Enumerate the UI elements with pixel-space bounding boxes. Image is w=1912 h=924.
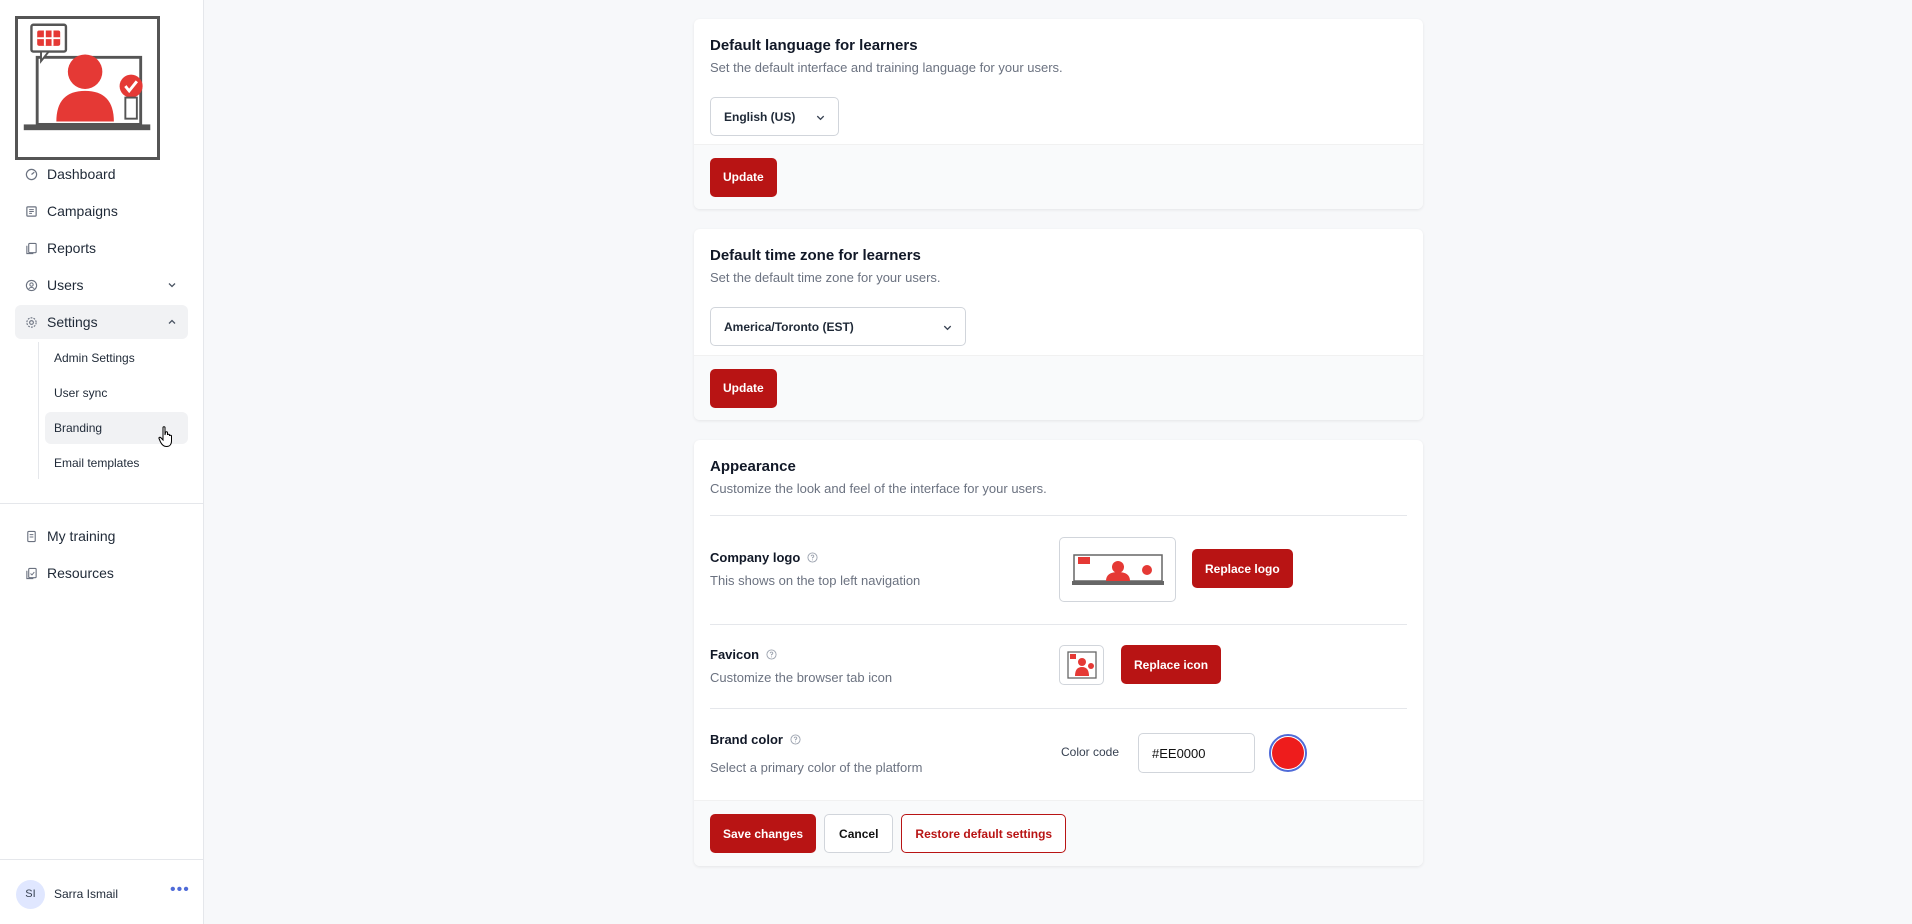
timezone-select-value: America/Toronto (EST) [724,319,854,334]
dashboard-icon [25,168,38,181]
brand-color-row: Brand color Select a primary color of th… [710,708,1407,796]
avatar: SI [16,879,45,909]
sidebar-item-email-templates[interactable]: Email templates [45,447,188,479]
company-logo-row: Company logo This shows on the top left … [710,515,1407,624]
help-icon[interactable] [807,552,818,563]
language-select[interactable]: English (US) [710,97,839,136]
appearance-card-description: Customize the look and feel of the inter… [710,481,1047,496]
logo-illustration-icon [23,23,151,131]
help-icon[interactable] [766,649,777,660]
favicon-row: Favicon Customize the browser tab icon R… [710,624,1407,708]
user-profile[interactable]: SI Sarra Ismail ••• [16,879,189,909]
language-card-footer: Update [694,144,1423,209]
chevron-up-icon [168,319,176,324]
update-language-button[interactable]: Update [710,157,777,197]
users-icon [25,279,38,292]
timezone-card-title: Default time zone for learners [710,247,921,264]
chevron-down-icon [168,283,176,288]
appearance-card: Appearance Customize the look and feel o… [694,440,1423,866]
nav-item-resources[interactable]: Resources [15,556,188,590]
nav-item-campaigns[interactable]: Campaigns [15,194,188,228]
favicon-label-text: Favicon [710,647,760,662]
nav-item-label: Settings [47,314,98,330]
brand-color-label: Brand color [710,732,801,747]
sidebar-item-user-sync[interactable]: User sync [45,377,188,409]
nav-item-label: Users [47,277,84,293]
replace-logo-button[interactable]: Replace logo [1192,549,1293,588]
nav-item-label: Resources [47,565,114,581]
brand-color-swatch[interactable] [1269,734,1307,772]
appearance-card-footer: Save changes Cancel Restore default sett… [694,800,1423,866]
chevron-down-icon [943,325,952,331]
sub-item-label: Admin Settings [54,351,135,365]
more-options-icon[interactable]: ••• [170,882,189,902]
nav-item-label: Dashboard [47,166,116,182]
nav-item-reports[interactable]: Reports [15,231,188,265]
nav-item-label: My training [47,528,116,544]
color-code-input[interactable] [1138,733,1255,773]
mouse-cursor-icon [158,426,172,448]
sub-item-label: User sync [54,386,108,400]
help-icon[interactable] [790,734,801,745]
favicon-description: Customize the browser tab icon [710,670,893,685]
brand-color-label-text: Brand color [710,732,783,747]
favicon-preview-icon [1066,651,1097,679]
nav-item-label: Reports [47,240,97,256]
timezone-card: Default time zone for learners Set the d… [694,229,1423,420]
save-changes-button[interactable]: Save changes [710,814,817,853]
color-code-label: Color code [1061,745,1120,759]
restore-default-button[interactable]: Restore default settings [901,814,1067,853]
sidebar-divider [0,503,204,504]
appearance-card-title: Appearance [710,458,796,475]
brand-color-swatch-fill [1272,737,1304,769]
cancel-button[interactable]: Cancel [824,814,894,853]
sub-item-label: Branding [54,421,103,435]
nav-item-dashboard[interactable]: Dashboard [15,157,188,191]
timezone-card-description: Set the default time zone for your users… [710,270,941,285]
language-card: Default language for learners Set the de… [694,19,1423,209]
language-card-title: Default language for learners [710,37,918,54]
logo-preview-icon [1071,553,1164,585]
company-logo-description: This shows on the top left navigation [710,573,921,588]
company-logo-label: Company logo [710,550,818,565]
training-icon [25,530,38,543]
resources-icon [25,567,38,580]
sidebar-bottom-divider [0,859,204,860]
nav-item-label: Campaigns [47,203,118,219]
brand-color-description: Select a primary color of the platform [710,760,923,775]
user-name: Sarra Ismail [54,887,119,901]
nav-item-users[interactable]: Users [15,268,188,302]
nav-item-settings[interactable]: Settings [15,305,188,339]
sidebar: Dashboard Campaigns Reports Users Settin… [0,0,204,924]
settings-subnav: Admin Settings User sync Branding Email … [38,342,188,479]
sidebar-item-admin-settings[interactable]: Admin Settings [45,342,188,374]
campaigns-icon [25,205,38,218]
secondary-nav: My training Resources [15,519,188,593]
favicon-preview [1059,645,1104,685]
timezone-select[interactable]: America/Toronto (EST) [710,307,966,346]
company-logo-label-text: Company logo [710,550,801,565]
language-card-description: Set the default interface and training l… [710,60,1063,75]
nav-item-my-training[interactable]: My training [15,519,188,553]
replace-icon-button[interactable]: Replace icon [1121,645,1222,684]
sub-item-label: Email templates [54,456,140,470]
update-timezone-button[interactable]: Update [710,368,777,408]
chevron-down-icon [816,115,825,121]
timezone-card-footer: Update [694,355,1423,420]
favicon-label: Favicon [710,647,777,662]
company-logo-preview [1059,537,1176,602]
company-logo[interactable] [15,16,160,160]
reports-icon [25,242,38,255]
language-select-value: English (US) [724,109,796,124]
gear-icon [25,316,38,329]
